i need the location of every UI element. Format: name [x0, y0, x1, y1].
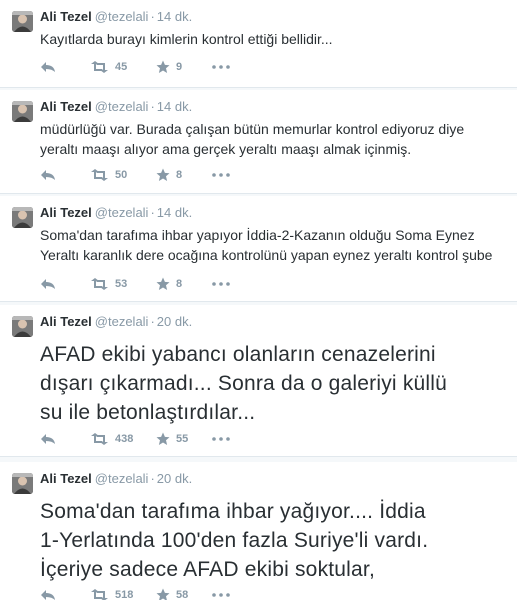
separator-dot: · [150, 99, 155, 114]
reply-icon [41, 62, 55, 72]
retweet-button[interactable]: 518 [90, 589, 156, 600]
tweet-header: Ali Tezel @tezelali · 20 dk. [40, 471, 192, 486]
avatar[interactable] [12, 207, 33, 228]
avatar[interactable] [12, 473, 33, 494]
favorite-count: 55 [176, 433, 189, 445]
favorite-button[interactable]: 9 [156, 60, 212, 74]
retweet-count: 50 [115, 169, 128, 181]
more-button[interactable] [212, 593, 230, 597]
favorite-count: 9 [176, 61, 183, 73]
tweet-time[interactable]: 14 dk. [157, 99, 192, 114]
star-icon [156, 60, 170, 73]
retweet-button[interactable]: 53 [90, 278, 156, 290]
retweet-icon [91, 589, 108, 600]
tweet-header: Ali Tezel @tezelali · 14 dk. [40, 205, 192, 220]
favorite-button[interactable]: 8 [156, 168, 212, 182]
tweet-text: Soma'dan tarafıma ihbar yapıyor İddia-2-… [40, 227, 493, 263]
tweet-actions: 518 58 [40, 586, 230, 600]
user-handle[interactable]: @tezelali [95, 99, 149, 114]
retweet-count: 45 [115, 61, 128, 73]
tweet[interactable]: Ali Tezel @tezelali · 14 dk. müdürlüğü var.… [0, 90, 517, 194]
retweet-button[interactable]: 45 [90, 61, 156, 73]
avatar[interactable] [12, 316, 33, 337]
more-icon [212, 65, 230, 69]
favorite-count: 8 [176, 169, 183, 181]
reply-icon [41, 279, 55, 289]
retweet-button[interactable]: 50 [90, 169, 156, 181]
tweet-header: Ali Tezel @tezelali · 14 dk. [40, 9, 192, 24]
tweet-actions: 50 8 [40, 166, 230, 184]
retweet-icon [91, 433, 108, 445]
more-icon [212, 437, 230, 441]
tweet-time[interactable]: 14 dk. [157, 205, 192, 220]
avatar[interactable] [12, 11, 33, 32]
user-name[interactable]: Ali Tezel [40, 99, 92, 114]
more-icon [212, 173, 230, 177]
reply-button[interactable] [40, 61, 90, 73]
favorite-button[interactable]: 58 [156, 588, 212, 600]
tweet-header: Ali Tezel @tezelali · 14 dk. [40, 99, 192, 114]
star-icon [156, 168, 170, 181]
more-button[interactable] [212, 437, 230, 441]
user-name[interactable]: Ali Tezel [40, 205, 92, 220]
retweet-icon [91, 61, 108, 73]
more-button[interactable] [212, 282, 230, 286]
reply-button[interactable] [40, 278, 90, 290]
reply-button[interactable] [40, 169, 90, 181]
user-handle[interactable]: @tezelali [95, 9, 149, 24]
favorite-button[interactable]: 55 [156, 432, 212, 446]
separator-dot: · [150, 9, 155, 24]
user-handle[interactable]: @tezelali [95, 314, 149, 329]
favorite-count: 8 [176, 278, 183, 290]
tweet-text: Soma'dan tarafıma ihbar yağıyor.... İddi… [40, 500, 429, 581]
retweet-icon [91, 169, 108, 181]
tweet-actions: 53 8 [40, 275, 230, 293]
retweet-count: 438 [115, 433, 134, 445]
retweet-icon [91, 278, 108, 290]
user-name[interactable]: Ali Tezel [40, 9, 92, 24]
more-icon [212, 282, 230, 286]
tweet[interactable]: Ali Tezel @tezelali · 14 dk. Kayıtlarda bur… [0, 0, 517, 88]
tweet-text: Kayıtlarda burayı kimlerin kontrol ettiğ… [40, 31, 333, 47]
tweet-text: AFAD ekibi yabancı olanların cenazelerin… [40, 343, 448, 424]
separator-dot: · [150, 471, 155, 486]
separator-dot: · [150, 205, 155, 220]
tweet-time[interactable]: 20 dk. [157, 314, 192, 329]
reply-button[interactable] [40, 589, 90, 600]
user-name[interactable]: Ali Tezel [40, 471, 92, 486]
reply-icon [41, 434, 55, 444]
reply-icon [41, 170, 55, 180]
star-icon [156, 277, 170, 290]
tweet-time[interactable]: 20 dk. [157, 471, 192, 486]
star-icon [156, 588, 170, 600]
tweet[interactable]: Ali Tezel @tezelali · 14 dk. Soma'dan taraf… [0, 196, 517, 302]
more-button[interactable] [212, 173, 230, 177]
user-handle[interactable]: @tezelali [95, 471, 149, 486]
more-icon [212, 593, 230, 597]
retweet-button[interactable]: 438 [90, 433, 156, 445]
retweet-count: 518 [115, 589, 134, 600]
separator-dot: · [150, 314, 155, 329]
retweet-count: 53 [115, 278, 128, 290]
tweet-actions: 438 55 [40, 430, 230, 448]
tweet-feed: Ali Tezel @tezelali · 14 dk. Kayıtlarda bur… [0, 0, 517, 600]
user-name[interactable]: Ali Tezel [40, 314, 92, 329]
favorite-button[interactable]: 8 [156, 277, 212, 291]
star-icon [156, 432, 170, 445]
tweet[interactable]: Ali Tezel @tezelali · 20 dk. Soma'dan taraf… [0, 462, 517, 600]
favorite-count: 58 [176, 589, 189, 600]
avatar[interactable] [12, 101, 33, 122]
user-handle[interactable]: @tezelali [95, 205, 149, 220]
tweet-text: müdürlüğü var. Burada çalışan bütün memu… [40, 121, 465, 157]
reply-icon [41, 590, 55, 600]
tweet-actions: 45 9 [40, 58, 230, 76]
more-button[interactable] [212, 65, 230, 69]
tweet-header: Ali Tezel @tezelali · 20 dk. [40, 314, 192, 329]
tweet[interactable]: Ali Tezel @tezelali · 20 dk. AFAD ekibi yab… [0, 305, 517, 457]
tweet-time[interactable]: 14 dk. [157, 9, 192, 24]
reply-button[interactable] [40, 433, 90, 445]
